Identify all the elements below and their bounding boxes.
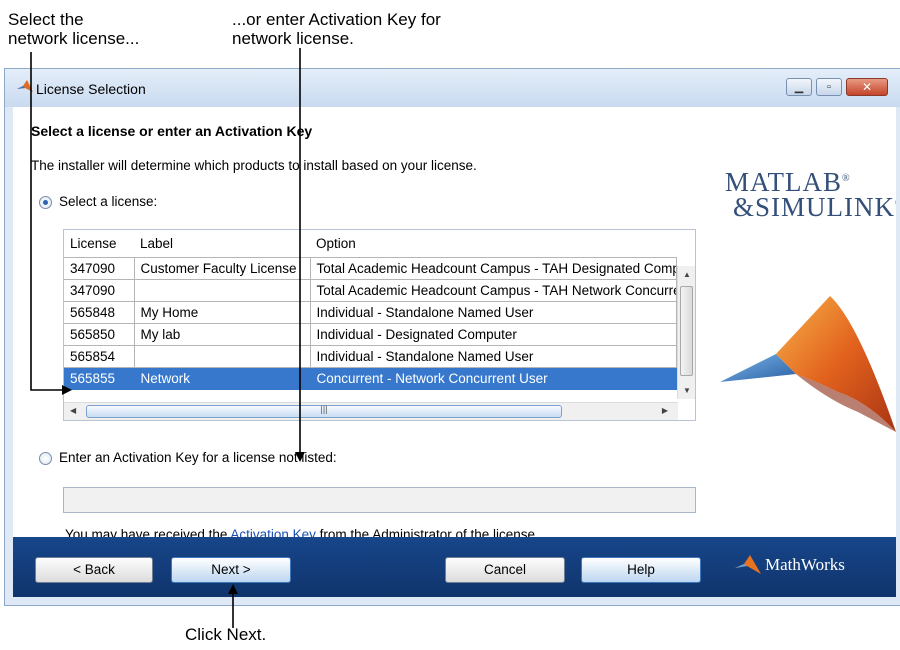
button-bar: < Back Next > Cancel Help MathWorks	[13, 537, 896, 597]
mathworks-icon	[735, 555, 761, 574]
table-row[interactable]: 565850 My lab Individual - Designated Co…	[64, 323, 677, 346]
mathworks-brand: MathWorks	[735, 555, 845, 575]
cell-license: 565848	[64, 301, 135, 324]
table-row[interactable]: 565848 My Home Individual - Standalone N…	[64, 301, 677, 324]
vertical-scroll-thumb[interactable]	[680, 286, 693, 376]
matlab-icon	[17, 80, 33, 99]
cell-label: Network	[133, 367, 311, 390]
horizontal-scrollbar[interactable]: ◀ ||| ▶	[64, 402, 678, 420]
cell-option: Concurrent - Network Concurrent User	[309, 367, 677, 390]
activation-key-link[interactable]: Activation Key	[230, 527, 316, 537]
column-header-license[interactable]: License	[64, 230, 134, 258]
callout-enter-key: ...or enter Activation Key for network l…	[232, 10, 441, 48]
select-license-radio[interactable]	[39, 196, 52, 209]
matlab-simulink-logo: MATLAB® &SIMULINK®	[725, 167, 896, 222]
horizontal-scroll-thumb[interactable]: |||	[86, 404, 562, 418]
vertical-scrollbar[interactable]: ▲ ▼	[677, 266, 695, 399]
table-header: License Label Option	[64, 230, 676, 258]
cell-option: Individual - Designated Computer	[309, 323, 677, 346]
column-header-label[interactable]: Label	[134, 230, 310, 258]
scroll-down-icon[interactable]: ▼	[683, 386, 691, 395]
license-table[interactable]: License Label Option 347090 Customer Fac…	[63, 229, 696, 421]
help-button[interactable]: Help	[581, 557, 701, 583]
callout-select-license: Select the network license...	[8, 10, 140, 48]
next-button[interactable]: Next >	[171, 557, 291, 583]
cell-option: Individual - Standalone Named User	[309, 301, 677, 324]
cell-license: 347090	[64, 257, 135, 280]
enter-key-label[interactable]: Enter an Activation Key for a license no…	[59, 450, 337, 465]
title-bar[interactable]: License Selection ▁ ▫ ✕	[5, 69, 900, 107]
minimize-button[interactable]: ▁	[786, 78, 812, 96]
scroll-right-icon[interactable]: ▶	[662, 406, 668, 415]
select-license-label[interactable]: Select a license:	[59, 194, 157, 209]
cell-license: 565855	[64, 367, 135, 390]
cell-option: Total Academic Headcount Campus - TAH Ne…	[309, 279, 677, 302]
content-panel: Select a license or enter an Activation …	[13, 107, 896, 537]
scroll-up-icon[interactable]: ▲	[683, 270, 691, 279]
table-row[interactable]: 565854 Individual - Standalone Named Use…	[64, 345, 677, 368]
table-row[interactable]: 347090 Total Academic Headcount Campus -…	[64, 279, 677, 302]
minimize-icon: ▁	[794, 81, 804, 94]
maximize-icon: ▫	[827, 81, 831, 93]
grip-icon: |||	[320, 404, 328, 414]
column-header-option[interactable]: Option	[310, 230, 676, 258]
page-heading: Select a license or enter an Activation …	[31, 123, 313, 139]
cell-label: Customer Faculty License	[133, 257, 311, 280]
matlab-membrane-logo	[720, 296, 896, 432]
table-row[interactable]: 347090 Customer Faculty License Total Ac…	[64, 257, 677, 280]
license-selection-window: License Selection ▁ ▫ ✕ Select a license…	[4, 68, 900, 606]
cell-option: Individual - Standalone Named User	[309, 345, 677, 368]
page-description: The installer will determine which produ…	[31, 158, 477, 173]
cancel-button[interactable]: Cancel	[445, 557, 565, 583]
note-text-before: You may have received the	[65, 527, 231, 537]
window-title: License Selection	[36, 81, 146, 97]
cell-license: 347090	[64, 279, 135, 302]
cell-label	[133, 345, 311, 368]
close-icon: ✕	[861, 80, 873, 94]
cell-license: 565854	[64, 345, 135, 368]
cell-option: Total Academic Headcount Campus - TAH De…	[309, 257, 677, 280]
cell-label: My lab	[133, 323, 311, 346]
close-button[interactable]: ✕	[846, 78, 888, 96]
maximize-button[interactable]: ▫	[816, 78, 842, 96]
activation-key-input[interactable]	[63, 487, 696, 513]
activation-note: You may have received the Activation Key…	[65, 527, 539, 537]
back-button[interactable]: < Back	[35, 557, 153, 583]
scroll-left-icon[interactable]: ◀	[70, 406, 76, 415]
table-row-selected[interactable]: 565855 Network Concurrent - Network Conc…	[64, 367, 677, 390]
mathworks-label: MathWorks	[765, 555, 845, 574]
cell-label	[133, 279, 311, 302]
note-text-after: from the Administrator of the license.	[315, 527, 539, 537]
cell-label: My Home	[133, 301, 311, 324]
logo-line2: &SIMULINK	[733, 192, 895, 222]
cell-license: 565850	[64, 323, 135, 346]
enter-key-radio[interactable]	[39, 452, 52, 465]
callout-click-next: Click Next.	[185, 625, 267, 644]
